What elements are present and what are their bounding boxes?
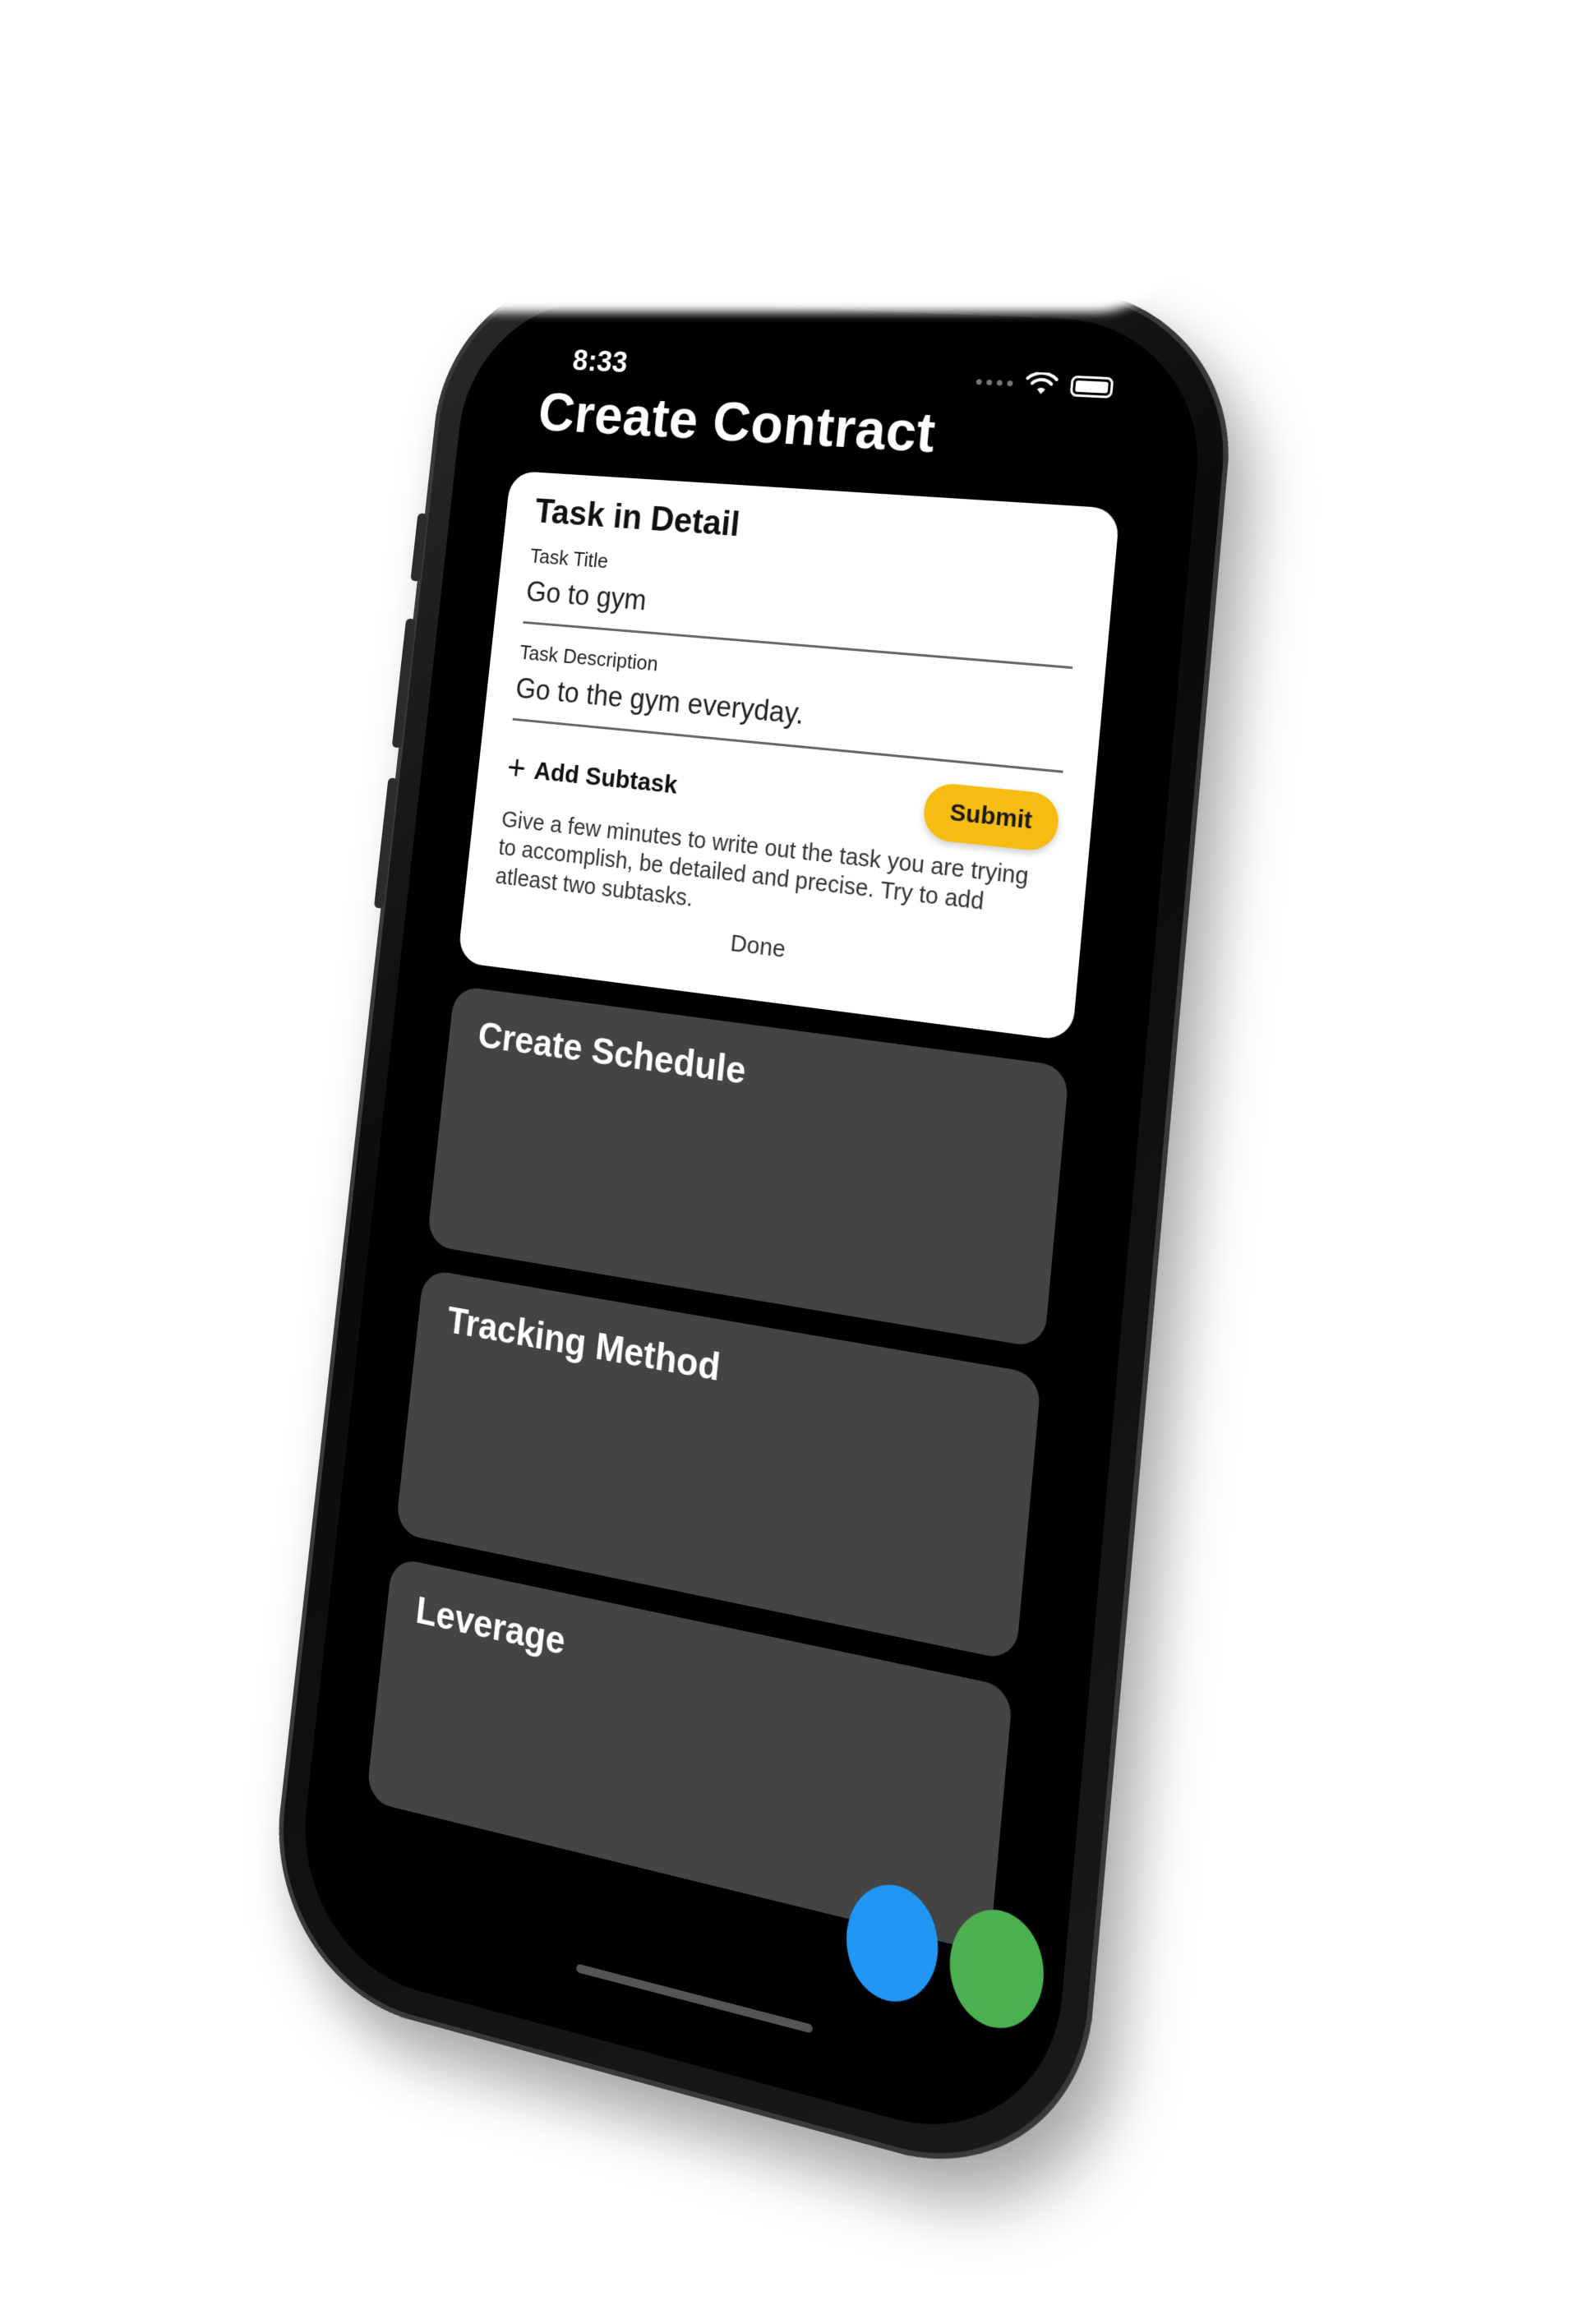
battery-icon (1070, 376, 1114, 399)
volume-up-button (392, 619, 416, 749)
phone-device: 8:33 Create Contract Task in Detail Task… (261, 268, 1243, 2201)
phone-perspective: 8:33 Create Contract Task in Detail Task… (205, 214, 1356, 2186)
task-detail-card: Task in Detail Task Title Go to gym Task… (458, 471, 1120, 1041)
page-title: Create Contract (536, 381, 939, 465)
add-subtask-button[interactable]: + Add Subtask (505, 750, 679, 802)
stage: 8:33 Create Contract Task in Detail Task… (0, 0, 1596, 2305)
app-screen: 8:33 Create Contract Task in Detail Task… (290, 295, 1210, 2160)
paint-over-smudge (329, 99, 1192, 312)
volume-down-button (374, 777, 398, 909)
silent-switch (410, 513, 427, 581)
status-time: 8:33 (571, 345, 630, 380)
wifi-icon (1025, 371, 1059, 397)
plus-icon: + (505, 750, 528, 786)
create-schedule-title: Create Schedule (476, 1012, 1034, 1133)
submit-button[interactable]: Submit (922, 781, 1061, 853)
add-subtask-label: Add Subtask (533, 756, 679, 800)
status-icons (976, 370, 1114, 400)
signal-dots-icon (976, 379, 1013, 386)
home-indicator[interactable] (576, 1963, 814, 2033)
